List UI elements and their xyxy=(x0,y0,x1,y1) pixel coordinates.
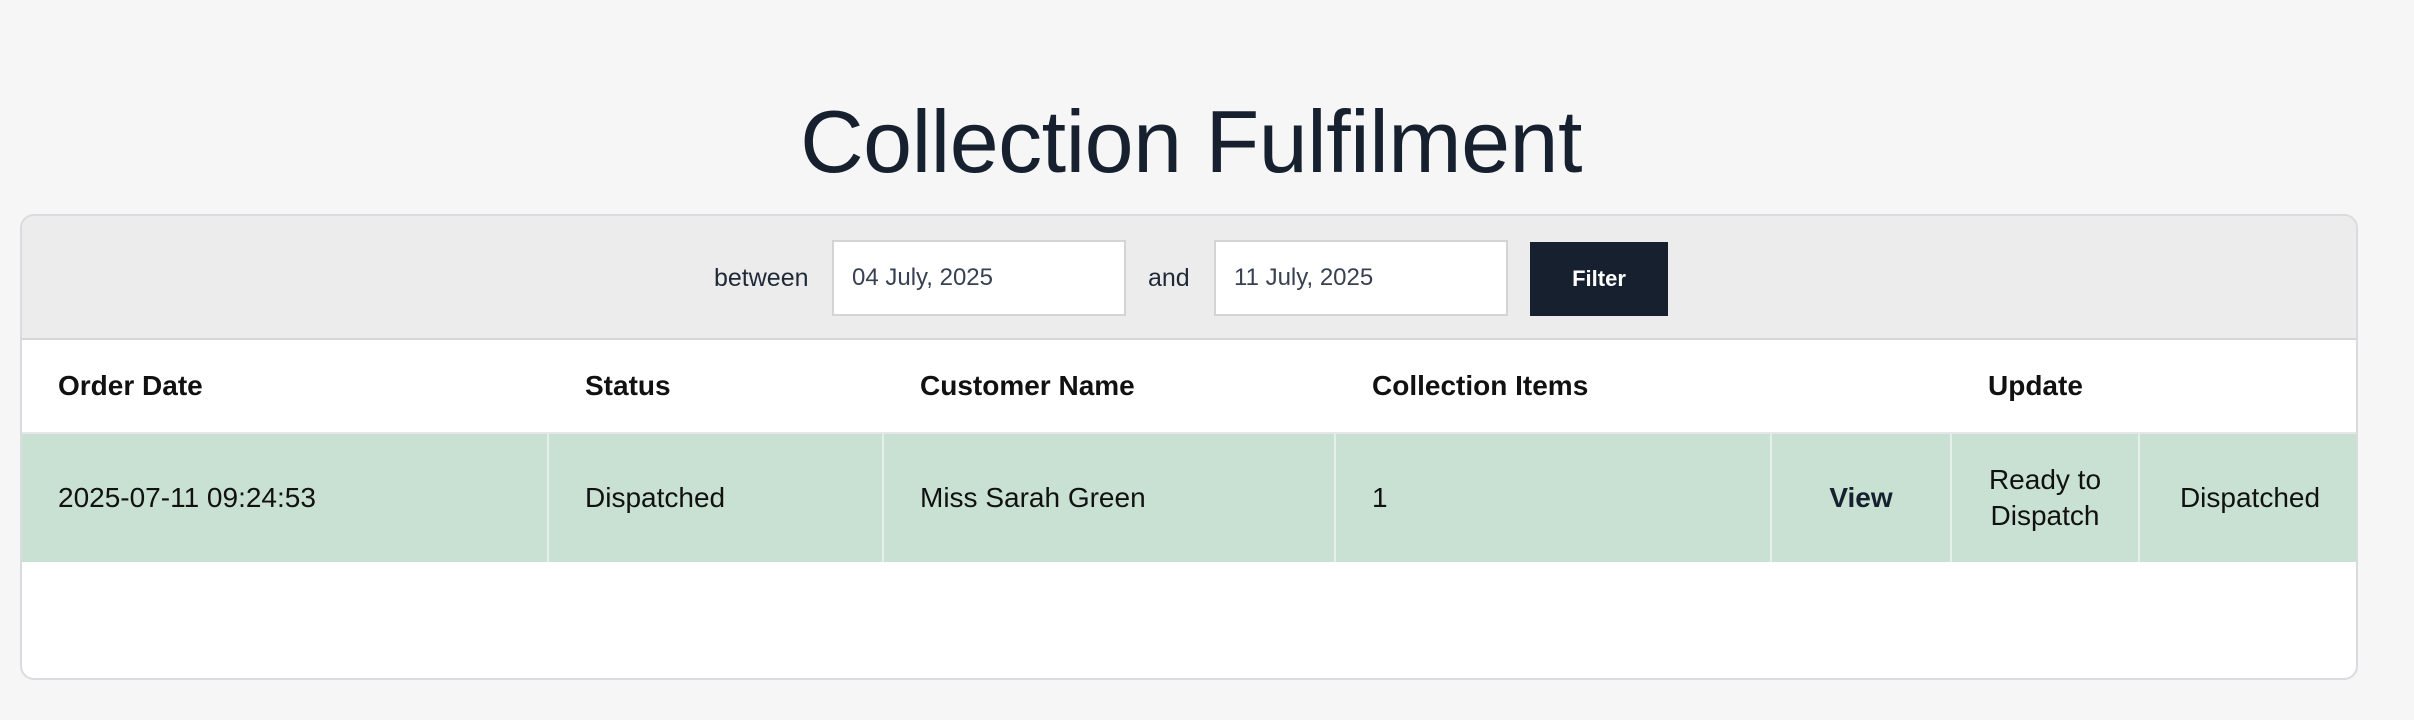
to-date-input[interactable] xyxy=(1214,240,1508,316)
table-header: Order Date Status Customer Name Collecti… xyxy=(22,340,2356,434)
customer-name-value: Miss Sarah Green xyxy=(920,482,1146,513)
cell-view: View xyxy=(1772,434,1952,562)
order-date-value: 2025-07-11 09:24:53 xyxy=(58,482,316,513)
and-label: and xyxy=(1148,264,1190,292)
cell-dispatched: Dispatched xyxy=(2140,434,2356,562)
filter-button[interactable]: Filter xyxy=(1530,242,1668,316)
ready-to-dispatch-button[interactable]: Ready to Dispatch xyxy=(1970,462,2120,534)
table-row: 2025-07-11 09:24:53 Dispatched Miss Sara… xyxy=(22,434,2356,562)
collection-items-value: 1 xyxy=(1372,482,1388,513)
cell-ready-to-dispatch: Ready to Dispatch xyxy=(1952,434,2140,562)
view-link[interactable]: View xyxy=(1829,482,1892,514)
page-title: Collection Fulfilment xyxy=(800,91,1582,191)
header-update: Update xyxy=(1988,370,2083,401)
header-status: Status xyxy=(585,370,671,401)
header-collection-items: Collection Items xyxy=(1372,370,1589,401)
cell-status: Dispatched xyxy=(549,434,884,562)
from-date-input[interactable] xyxy=(832,240,1126,316)
cell-collection-items: 1 xyxy=(1336,434,1772,562)
cell-order-date: 2025-07-11 09:24:53 xyxy=(22,434,549,562)
fulfilment-card: between and Filter Order Date Status Cus… xyxy=(20,214,2358,680)
between-label: between xyxy=(714,264,809,292)
header-customer-name: Customer Name xyxy=(920,370,1135,401)
header-order-date: Order Date xyxy=(58,370,203,401)
cell-customer-name: Miss Sarah Green xyxy=(884,434,1336,562)
dispatched-button[interactable]: Dispatched xyxy=(2180,480,2320,516)
status-value: Dispatched xyxy=(585,482,726,513)
date-filter-bar: between and Filter xyxy=(22,216,2356,340)
